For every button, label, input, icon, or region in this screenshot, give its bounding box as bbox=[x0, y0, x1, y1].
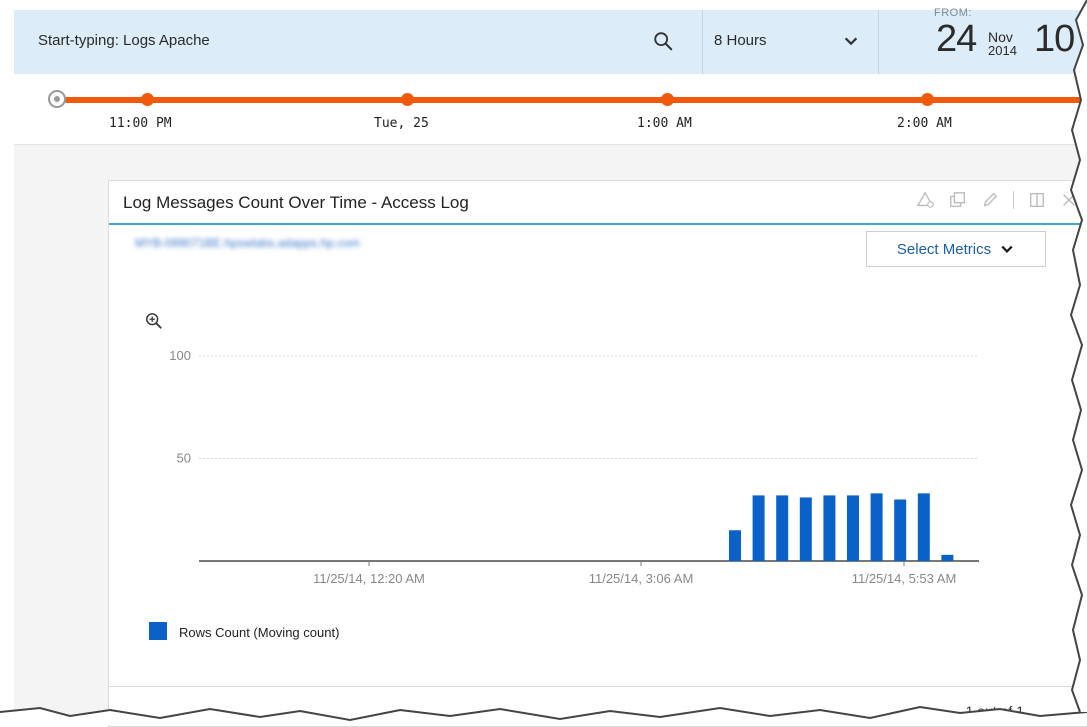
bar bbox=[917, 493, 930, 561]
time-range-select[interactable]: 8 Hours bbox=[714, 32, 767, 49]
y-tick-label: 50 bbox=[177, 451, 191, 466]
bar-chart: 100 50 11/25/14, 12:20 AM 11/25/14, 3:06 AM… bbox=[169, 348, 979, 586]
timeline-label: Tue, 25 bbox=[374, 116, 429, 131]
panel-header: Log Messages Count Over Time - Access Lo… bbox=[109, 181, 1087, 225]
add-alert-icon[interactable] bbox=[917, 191, 935, 209]
timeline-marker[interactable] bbox=[921, 93, 934, 106]
x-tick-label: 11/25/14, 5:53 AM bbox=[852, 571, 957, 586]
bar bbox=[776, 495, 789, 561]
layout-icon[interactable] bbox=[1028, 191, 1046, 209]
chart-panel: Log Messages Count Over Time - Access Lo… bbox=[108, 180, 1087, 727]
y-tick-label: 100 bbox=[169, 348, 191, 363]
timeline: 11:00 PM Tue, 25 1:00 AM 2:00 AM bbox=[14, 74, 1087, 145]
legend-label: Rows Count (Moving count) bbox=[179, 625, 340, 640]
search-icon[interactable] bbox=[652, 30, 674, 52]
timeline-label: 1:00 AM bbox=[637, 116, 692, 131]
timeline-marker[interactable] bbox=[401, 93, 414, 106]
divider bbox=[1013, 191, 1014, 209]
timeline-start-handle[interactable] bbox=[48, 90, 66, 108]
zoom-in-icon[interactable] bbox=[145, 312, 163, 330]
search-input[interactable]: Start-typing: Logs Apache bbox=[38, 32, 210, 49]
divider bbox=[702, 10, 703, 74]
bar bbox=[799, 497, 812, 561]
host-name: MYB-099071BE.hpswlabs.adapps.hp.com bbox=[135, 236, 360, 250]
divider bbox=[878, 10, 879, 74]
bar bbox=[894, 499, 907, 561]
bar bbox=[847, 495, 859, 561]
bar bbox=[752, 495, 765, 561]
edit-icon[interactable] bbox=[981, 191, 999, 209]
panel-toolbar bbox=[917, 191, 1078, 209]
timeline-marker[interactable] bbox=[661, 93, 674, 106]
close-icon[interactable] bbox=[1060, 191, 1078, 209]
panel-footer: 1 out of 1 bbox=[109, 686, 1087, 727]
chevron-down-icon[interactable] bbox=[842, 32, 860, 50]
duplicate-icon[interactable] bbox=[949, 191, 967, 209]
from-hour[interactable]: 10 bbox=[1034, 18, 1075, 61]
select-metrics-label: Select Metrics bbox=[896, 240, 992, 258]
x-tick-label: 11/25/14, 3:06 AM bbox=[589, 571, 694, 586]
timeline-label: 2:00 AM bbox=[897, 116, 952, 131]
bar bbox=[870, 493, 883, 561]
timeline-label: 11:00 PM bbox=[109, 116, 172, 131]
top-bar: Start-typing: Logs Apache 8 Hours FROM: … bbox=[14, 7, 1087, 75]
legend-swatch bbox=[149, 622, 167, 640]
panel-title: Log Messages Count Over Time - Access Lo… bbox=[123, 193, 469, 212]
pager-text: 1 out of 1 bbox=[965, 703, 1024, 719]
from-month[interactable]: Nov bbox=[988, 30, 1013, 44]
bar bbox=[729, 530, 741, 561]
timeline-marker[interactable] bbox=[141, 93, 154, 106]
chevron-down-icon bbox=[1001, 245, 1013, 253]
from-year[interactable]: 2014 bbox=[988, 44, 1017, 58]
bar bbox=[941, 554, 954, 561]
bar bbox=[823, 495, 836, 561]
x-tick-label: 11/25/14, 12:20 AM bbox=[313, 571, 425, 586]
select-metrics-button[interactable]: Select Metrics bbox=[866, 231, 1046, 267]
from-day[interactable]: 24 bbox=[936, 18, 977, 61]
